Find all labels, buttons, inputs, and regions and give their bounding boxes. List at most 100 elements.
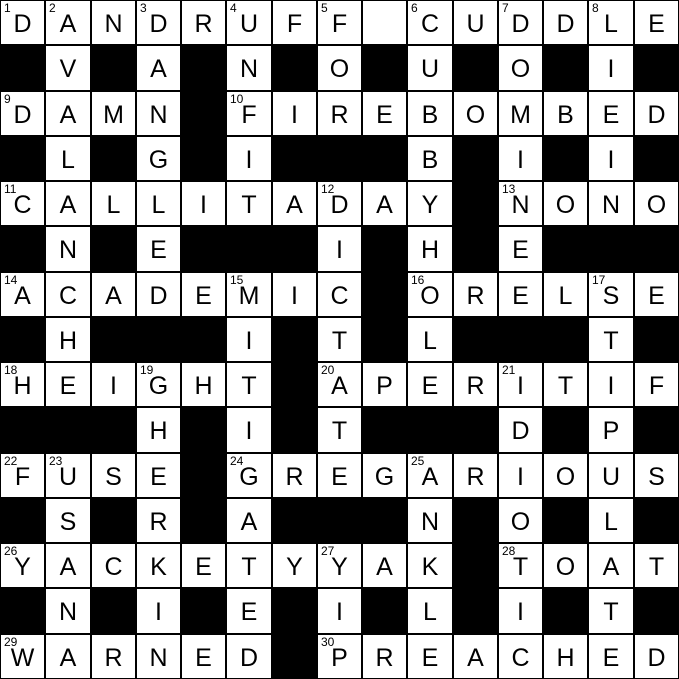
letter-cell[interactable]: O	[635, 182, 678, 225]
letter-cell[interactable]	[363, 1, 406, 44]
letter-cell[interactable]: I	[589, 137, 633, 180]
letter-cell[interactable]: I	[499, 137, 542, 180]
letter-cell[interactable]: T	[544, 363, 587, 406]
letter-cell[interactable]: A	[46, 635, 90, 678]
letter-cell[interactable]: 6C	[408, 1, 452, 44]
letter-cell[interactable]: N	[408, 499, 452, 542]
letter-cell[interactable]: 9D	[1, 92, 44, 135]
letter-cell[interactable]: A	[46, 92, 90, 135]
letter-cell[interactable]: B	[544, 92, 587, 135]
letter-cell[interactable]: I	[499, 454, 542, 497]
letter-cell[interactable]: S	[46, 499, 90, 542]
letter-cell[interactable]: I	[273, 273, 316, 316]
letter-cell[interactable]: 15 M	[227, 273, 271, 316]
letter-cell[interactable]: 13 N	[499, 182, 542, 225]
letter-cell[interactable]: E	[499, 273, 542, 316]
letter-cell[interactable]: 19 G	[137, 363, 180, 406]
letter-cell[interactable]: B	[408, 137, 452, 180]
letter-cell[interactable]: I	[227, 318, 271, 361]
letter-cell[interactable]: I	[227, 137, 271, 180]
letter-cell[interactable]: K	[137, 544, 180, 587]
letter-cell[interactable]: N	[137, 635, 180, 678]
letter-cell[interactable]: 7D	[499, 1, 542, 44]
letter-cell[interactable]: N	[227, 46, 271, 90]
letter-cell[interactable]: H	[544, 635, 587, 678]
letter-cell[interactable]: L	[408, 589, 452, 633]
letter-cell[interactable]: I	[589, 363, 633, 406]
letter-cell[interactable]: E	[182, 273, 225, 316]
letter-cell[interactable]: R	[454, 454, 497, 497]
letter-cell[interactable]: V	[46, 46, 90, 90]
letter-cell[interactable]: O	[318, 46, 361, 90]
letter-cell[interactable]: L	[589, 499, 633, 542]
letter-cell[interactable]: E	[182, 544, 225, 587]
letter-cell[interactable]: R	[92, 635, 135, 678]
letter-cell[interactable]: 23 U	[46, 454, 90, 497]
letter-cell[interactable]: G	[363, 454, 406, 497]
letter-cell[interactable]: R	[273, 454, 316, 497]
letter-cell[interactable]: T	[318, 318, 361, 361]
letter-cell[interactable]: A	[46, 182, 90, 225]
letter-cell[interactable]: D	[137, 273, 180, 316]
letter-cell[interactable]: I	[318, 227, 361, 271]
letter-cell[interactable]: 1D	[1, 1, 44, 44]
letter-cell[interactable]: T	[635, 544, 678, 587]
letter-cell[interactable]: I	[318, 589, 361, 633]
letter-cell[interactable]: A	[454, 635, 497, 678]
letter-cell[interactable]: T	[227, 363, 271, 406]
letter-cell[interactable]: E	[635, 1, 678, 44]
letter-cell[interactable]: R	[318, 92, 361, 135]
letter-cell[interactable]: N	[92, 1, 135, 44]
letter-cell[interactable]: N	[46, 227, 90, 271]
letter-cell[interactable]: T	[589, 589, 633, 633]
letter-cell[interactable]: 5F	[318, 1, 361, 44]
letter-cell[interactable]: I	[273, 92, 316, 135]
letter-cell[interactable]: 24 G	[227, 454, 271, 497]
letter-cell[interactable]: 17 S	[589, 273, 633, 316]
letter-cell[interactable]: R	[363, 635, 406, 678]
letter-cell[interactable]: O	[544, 544, 587, 587]
letter-cell[interactable]: 27 Y	[318, 544, 361, 587]
letter-cell[interactable]: O	[454, 92, 497, 135]
letter-cell[interactable]: L	[408, 318, 452, 361]
letter-cell[interactable]: 18 H	[1, 363, 44, 406]
letter-cell[interactable]: C	[46, 273, 90, 316]
letter-cell[interactable]: 29 W	[1, 635, 44, 678]
letter-cell[interactable]: T	[318, 408, 361, 452]
letter-cell[interactable]: E	[408, 363, 452, 406]
letter-cell[interactable]: 28 T	[499, 544, 542, 587]
letter-cell[interactable]: E	[137, 227, 180, 271]
letter-cell[interactable]: N	[589, 182, 633, 225]
letter-cell[interactable]: 26 Y	[1, 544, 44, 587]
letter-cell[interactable]: P	[363, 363, 406, 406]
letter-cell[interactable]: E	[589, 92, 633, 135]
letter-cell[interactable]: A	[273, 182, 316, 225]
letter-cell[interactable]: 11 C	[1, 182, 44, 225]
letter-cell[interactable]: 3D	[137, 1, 180, 44]
letter-cell[interactable]: E	[137, 454, 180, 497]
letter-cell[interactable]: F	[273, 1, 316, 44]
letter-cell[interactable]: U	[454, 1, 497, 44]
letter-cell[interactable]: D	[635, 92, 678, 135]
letter-cell[interactable]: K	[408, 544, 452, 587]
letter-cell[interactable]: 30 P	[318, 635, 361, 678]
letter-cell[interactable]: G	[137, 137, 180, 180]
letter-cell[interactable]: E	[499, 227, 542, 271]
letter-cell[interactable]: S	[635, 454, 678, 497]
letter-cell[interactable]: Y	[408, 182, 452, 225]
letter-cell[interactable]: M	[499, 92, 542, 135]
letter-cell[interactable]: U	[589, 454, 633, 497]
letter-cell[interactable]: A	[589, 544, 633, 587]
letter-cell[interactable]: D	[544, 1, 587, 44]
letter-cell[interactable]: A	[92, 273, 135, 316]
letter-cell[interactable]: D	[635, 635, 678, 678]
letter-cell[interactable]: H	[408, 227, 452, 271]
letter-cell[interactable]: R	[137, 499, 180, 542]
letter-cell[interactable]: E	[589, 635, 633, 678]
letter-cell[interactable]: R	[182, 1, 225, 44]
letter-cell[interactable]: L	[46, 137, 90, 180]
letter-cell[interactable]: L	[137, 182, 180, 225]
letter-cell[interactable]: T	[227, 544, 271, 587]
letter-cell[interactable]: 20 A	[318, 363, 361, 406]
letter-cell[interactable]: C	[499, 635, 542, 678]
